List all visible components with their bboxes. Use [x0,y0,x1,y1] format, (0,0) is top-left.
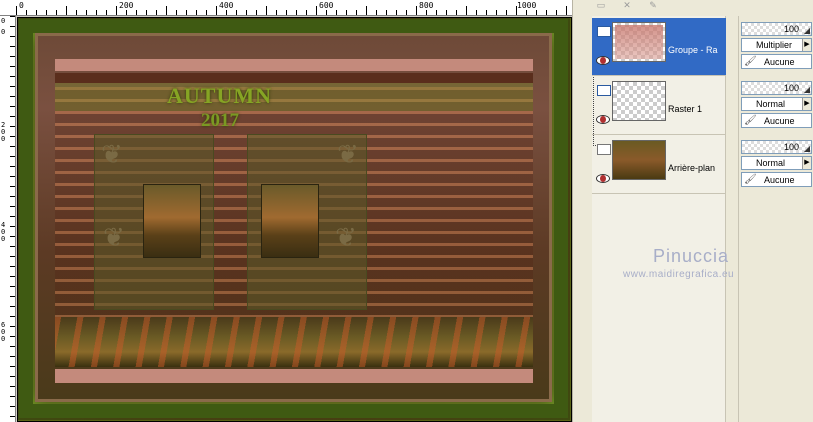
horizontal-ruler: 0 200 400 600 800 1000 [0,0,572,16]
artwork-bottom-band [55,369,533,383]
new-layer-icon[interactable]: ▭ [594,0,608,10]
artwork-top-band [55,59,533,71]
layer-props-background: 100 ◢ Normal ▶ 🖌 Aucune [741,140,813,196]
ruler-major-ticks [16,6,572,15]
artwork-left-picture [143,184,201,258]
ruler-label: 200 [119,1,134,10]
opacity-value: 100 [783,142,799,152]
artwork-fallen-leaves [55,317,533,367]
layer-list: Groupe - Ra Raster 1 Arrière-plan [592,16,726,422]
visibility-eye-icon[interactable] [596,56,610,65]
maple-leaf-icon: ❦ [103,222,125,252]
blend-mode-select[interactable]: Multiplier ▶ [741,38,812,52]
ruler-label: 600 [319,1,334,10]
layer-properties-column: 100 ◢ Multiplier ▶ 🖌 Aucune 100 ◢ Normal… [738,16,813,422]
layer-name: Groupe - Ra [668,45,718,55]
brush-icon: 🖌 [744,174,757,185]
artwork-title-band [55,83,533,111]
ruler-label: 0 [1,28,6,36]
layer-thumbnail [612,22,666,62]
link-set-value: Aucune [764,175,795,185]
link-set-select[interactable]: 🖌 Aucune [741,172,812,187]
maple-leaf-icon: ❦ [337,139,359,169]
link-set-select[interactable]: 🖌 Aucune [741,54,812,69]
opacity-slider[interactable]: 100 ◢ [741,81,812,95]
watermark-name: Pinuccia [653,246,730,266]
visibility-eye-icon[interactable] [596,174,610,183]
blend-mode-value: Normal [756,99,786,109]
brush-icon: 🖌 [744,115,757,126]
layer-props-group: 100 ◢ Multiplier ▶ 🖌 Aucune [741,22,813,78]
canvas-vertical-scrollbar[interactable] [572,0,588,422]
artwork-title: AUTUMN [167,83,272,108]
ruler-label: 4 0 0 [1,221,6,243]
link-set-value: Aucune [764,116,795,126]
ruler-label: 1000 [517,1,537,10]
link-set-select[interactable]: 🖌 Aucune [741,113,812,128]
artwork-right-picture [261,184,319,258]
opacity-slider[interactable]: 100 ◢ [741,22,812,36]
maple-leaf-icon: ❦ [335,222,357,252]
maple-leaf-icon: ❦ [101,139,123,169]
layer-row-background[interactable]: Arrière-plan [592,136,726,194]
blend-mode-select[interactable]: Normal ▶ [741,156,812,170]
layer-thumbnail [612,140,666,180]
slider-grip-icon: ◢ [803,26,810,35]
opacity-value: 100 [783,83,799,93]
dropdown-arrow-icon[interactable]: ▶ [802,157,811,169]
layer-row-group[interactable]: Groupe - Ra [592,18,726,76]
link-set-value: Aucune [764,57,795,67]
vertical-ruler: 0 0 2 0 0 4 0 0 6 0 0 [0,16,16,422]
layers-toolbar: ▭ ✕ ✎ [588,0,738,14]
layer-row-raster[interactable]: Raster 1 [592,77,726,135]
ruler-label: 2 0 0 [1,121,6,143]
ruler-label: 800 [419,1,434,10]
group-layer-icon [597,26,611,37]
slider-grip-icon: ◢ [803,144,810,153]
opacity-slider[interactable]: 100 ◢ [741,140,812,154]
layer-name: Raster 1 [668,104,703,114]
dropdown-arrow-icon[interactable]: ▶ [802,98,811,110]
ruler-label: 400 [219,1,234,10]
artwork-top-band-dark [55,73,533,83]
layers-palette: ▭ ✕ ✎ Groupe - Ra Raster 1 Arrière-plan [588,0,813,422]
ruler-label: 0 [19,1,24,10]
visibility-eye-icon[interactable] [596,115,610,124]
watermark-url: www.maidiregrafica.eu [623,269,735,280]
opacity-value: 100 [783,24,799,34]
image-canvas[interactable]: ❦ ❦ ❦ ❦ AUTUMN 2017 [17,17,572,422]
ruler-minor-ticks [10,16,15,422]
slider-grip-icon: ◢ [803,85,810,94]
ruler-label: 0 [1,17,6,25]
raster-layer-icon [597,85,611,96]
background-layer-icon [597,144,611,155]
blend-mode-value: Multiplier [756,40,793,50]
layer-properties-icon[interactable]: ✎ [646,0,660,10]
dropdown-arrow-icon[interactable]: ▶ [802,39,811,51]
brush-icon: 🖌 [744,56,757,67]
layer-name: Arrière-plan [668,163,716,173]
artwork-year: 2017 [201,110,239,131]
layer-thumbnail [612,81,666,121]
layer-props-raster: 100 ◢ Normal ▶ 🖌 Aucune [741,81,813,137]
blend-mode-value: Normal [756,158,786,168]
ruler-label: 6 0 0 [1,321,6,343]
blend-mode-select[interactable]: Normal ▶ [741,97,812,111]
delete-layer-icon[interactable]: ✕ [620,0,634,10]
